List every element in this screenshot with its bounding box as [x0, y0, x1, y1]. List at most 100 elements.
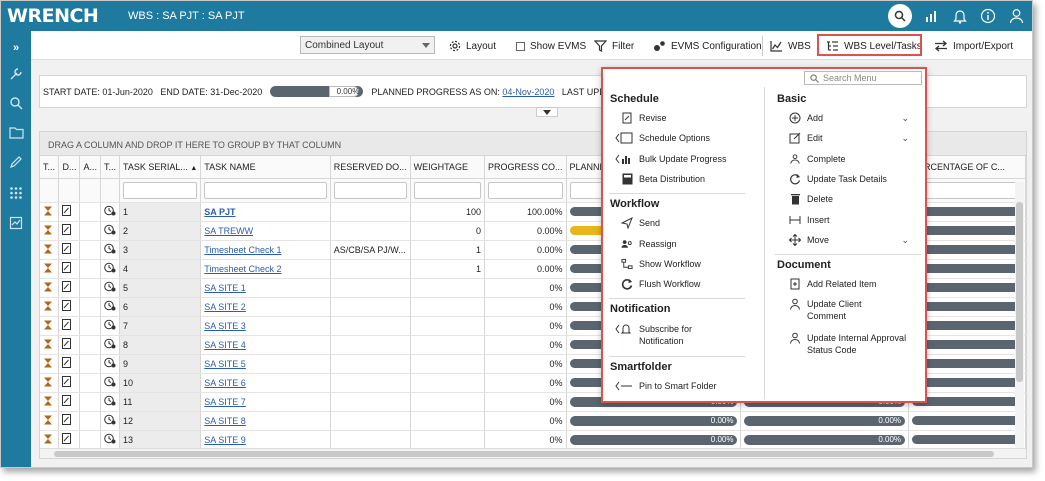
task-name-link[interactable]: SA TREWW	[204, 226, 253, 236]
document-icon[interactable]	[58, 297, 81, 317]
bell-icon[interactable]	[952, 8, 968, 24]
table-row[interactable]: 12 SA SITE 8 0% 0.00% 0.00%	[40, 411, 1026, 431]
filter-input[interactable]	[912, 181, 1022, 199]
menu-item-complete[interactable]: Complete	[789, 153, 846, 165]
expand-chevrons-icon[interactable]: »	[7, 39, 25, 57]
planned-date-link[interactable]: 04-Nov-2020	[502, 87, 554, 97]
column-header[interactable]: T...	[100, 156, 120, 179]
menu-item-revise[interactable]: Revise	[621, 112, 667, 124]
filter-button[interactable]: Filter	[594, 38, 634, 54]
column-header[interactable]: TASK NAME	[200, 156, 331, 179]
document-icon[interactable]	[58, 373, 81, 393]
layout-button[interactable]: Layout	[449, 38, 496, 54]
menu-search-input[interactable]: Search Menu	[804, 71, 922, 85]
table-row[interactable]: 13 SA SITE 9 0% 0.00% 0.00%	[40, 430, 1026, 450]
percentage-bar	[912, 416, 1022, 425]
apps-grid-icon[interactable]	[7, 184, 25, 202]
document-icon[interactable]	[58, 316, 81, 336]
search-icon[interactable]	[7, 94, 25, 112]
menu-item-flush-workflow[interactable]: Flush Workflow	[621, 278, 700, 290]
document-icon[interactable]	[58, 354, 81, 374]
menu-item-update-client-comment[interactable]: Update Client Comment	[789, 298, 899, 322]
task-name-link[interactable]: SA SITE 3	[204, 321, 246, 331]
menu-item-label: Update Task Details	[807, 174, 887, 184]
vertical-scrollbar[interactable]	[1015, 182, 1024, 452]
evms-configuration-button[interactable]: EVMS Configuration	[653, 38, 762, 54]
document-icon[interactable]	[58, 335, 81, 355]
column-header[interactable]: WEIGHTAGE	[410, 156, 486, 179]
menu-item-schedule-options[interactable]: Schedule Options	[615, 132, 710, 144]
task-name-link[interactable]: Timesheet Check 1	[204, 245, 281, 255]
folder-icon[interactable]	[7, 123, 25, 141]
filter-input[interactable]	[122, 181, 198, 199]
menu-item-edit[interactable]: Edit	[789, 132, 823, 144]
menu-item-move[interactable]: Move	[789, 234, 829, 246]
filter-input[interactable]	[333, 181, 407, 199]
user-icon[interactable]	[1008, 8, 1024, 24]
document-icon[interactable]	[58, 430, 81, 450]
column-header[interactable]: T...	[40, 156, 60, 179]
wbs-button[interactable]: WBS	[770, 38, 811, 54]
menu-item-pin-smart-folder[interactable]: Pin to Smart Folder	[615, 380, 717, 392]
report-icon[interactable]	[7, 214, 25, 232]
menu-item-subscribe-notification[interactable]: Subscribe for Notification	[615, 323, 735, 347]
menu-item-insert[interactable]: Insert	[789, 214, 830, 226]
show-evms-checkbox[interactable]: Show EVMS	[516, 38, 586, 54]
task-serial: 4	[119, 259, 202, 279]
info-icon[interactable]	[980, 8, 996, 24]
hourglass-icon	[40, 259, 60, 279]
pencil-icon[interactable]	[7, 153, 25, 171]
analytics-icon[interactable]	[924, 8, 940, 24]
chevron-down-icon[interactable]: ⌄	[901, 113, 909, 124]
task-name-link[interactable]: Timesheet Check 2	[204, 264, 281, 274]
menu-item-send[interactable]: Send	[621, 217, 660, 229]
filter-input[interactable]	[488, 181, 563, 199]
menu-item-beta-distribution[interactable]: Beta Distribution	[621, 173, 705, 185]
document-icon[interactable]	[58, 411, 81, 431]
import-export-button[interactable]: Import/Export	[934, 38, 1013, 54]
progress-value: 0.00%	[878, 434, 902, 444]
wrench-icon[interactable]	[7, 65, 25, 83]
document-icon[interactable]	[58, 392, 81, 412]
task-name-link[interactable]: SA SITE 2	[204, 302, 246, 312]
task-name-link[interactable]: SA SITE 6	[204, 378, 246, 388]
sidebar: »	[1, 31, 31, 467]
task-name-link[interactable]: SA SITE 7	[204, 397, 246, 407]
layout-select[interactable]: Combined Layout	[300, 36, 435, 54]
task-name-link[interactable]: SA SITE 8	[204, 416, 246, 426]
document-icon[interactable]	[58, 240, 81, 260]
search-icon[interactable]	[888, 4, 912, 28]
column-header[interactable]: D...	[58, 156, 81, 179]
menu-item-add[interactable]: Add	[789, 112, 909, 124]
menu-item-reassign[interactable]: Reassign	[621, 238, 677, 250]
menu-item-bulk-update-progress[interactable]: Bulk Update Progress	[615, 153, 727, 165]
chevron-down-icon[interactable]: ⌄	[901, 133, 909, 144]
wrench-logo[interactable]: WRENCH	[7, 5, 99, 27]
task-name-link[interactable]: SA SITE 4	[204, 340, 246, 350]
document-icon[interactable]	[58, 202, 81, 222]
document-icon[interactable]	[58, 278, 81, 298]
menu-item-show-workflow[interactable]: Show Workflow	[621, 258, 701, 270]
task-name-link[interactable]: SA PJT	[204, 207, 235, 217]
horizontal-scrollbar[interactable]	[40, 448, 1026, 458]
collapse-toggle[interactable]	[536, 107, 558, 117]
task-name-link[interactable]: SA SITE 1	[204, 283, 246, 293]
filter-input[interactable]	[204, 181, 327, 199]
column-header-task-serial[interactable]: TASK SERIAL... ▲	[119, 156, 202, 179]
document-icon[interactable]	[58, 221, 81, 241]
menu-item-delete[interactable]: Delete	[789, 193, 833, 205]
task-name-link[interactable]: SA SITE 5	[204, 359, 246, 369]
column-header[interactable]: PROGRESS CO...	[484, 156, 567, 179]
menu-item-add-related-item[interactable]: Add Related Item	[789, 278, 877, 290]
weightage	[410, 373, 486, 393]
menu-item-update-task-details[interactable]: Update Task Details	[789, 173, 887, 185]
task-name-link[interactable]: SA SITE 9	[204, 435, 246, 445]
import-export-label: Import/Export	[953, 40, 1014, 52]
chevron-down-icon[interactable]: ⌄	[901, 235, 909, 246]
document-icon[interactable]	[58, 259, 81, 279]
column-label: TASK SERIAL...	[122, 161, 188, 172]
menu-item-update-internal-approval[interactable]: Update Internal Approval Status Code	[789, 332, 923, 356]
column-header[interactable]: A...	[79, 156, 101, 179]
filter-input[interactable]	[413, 181, 481, 199]
column-header[interactable]: RESERVED DO...	[330, 156, 411, 179]
